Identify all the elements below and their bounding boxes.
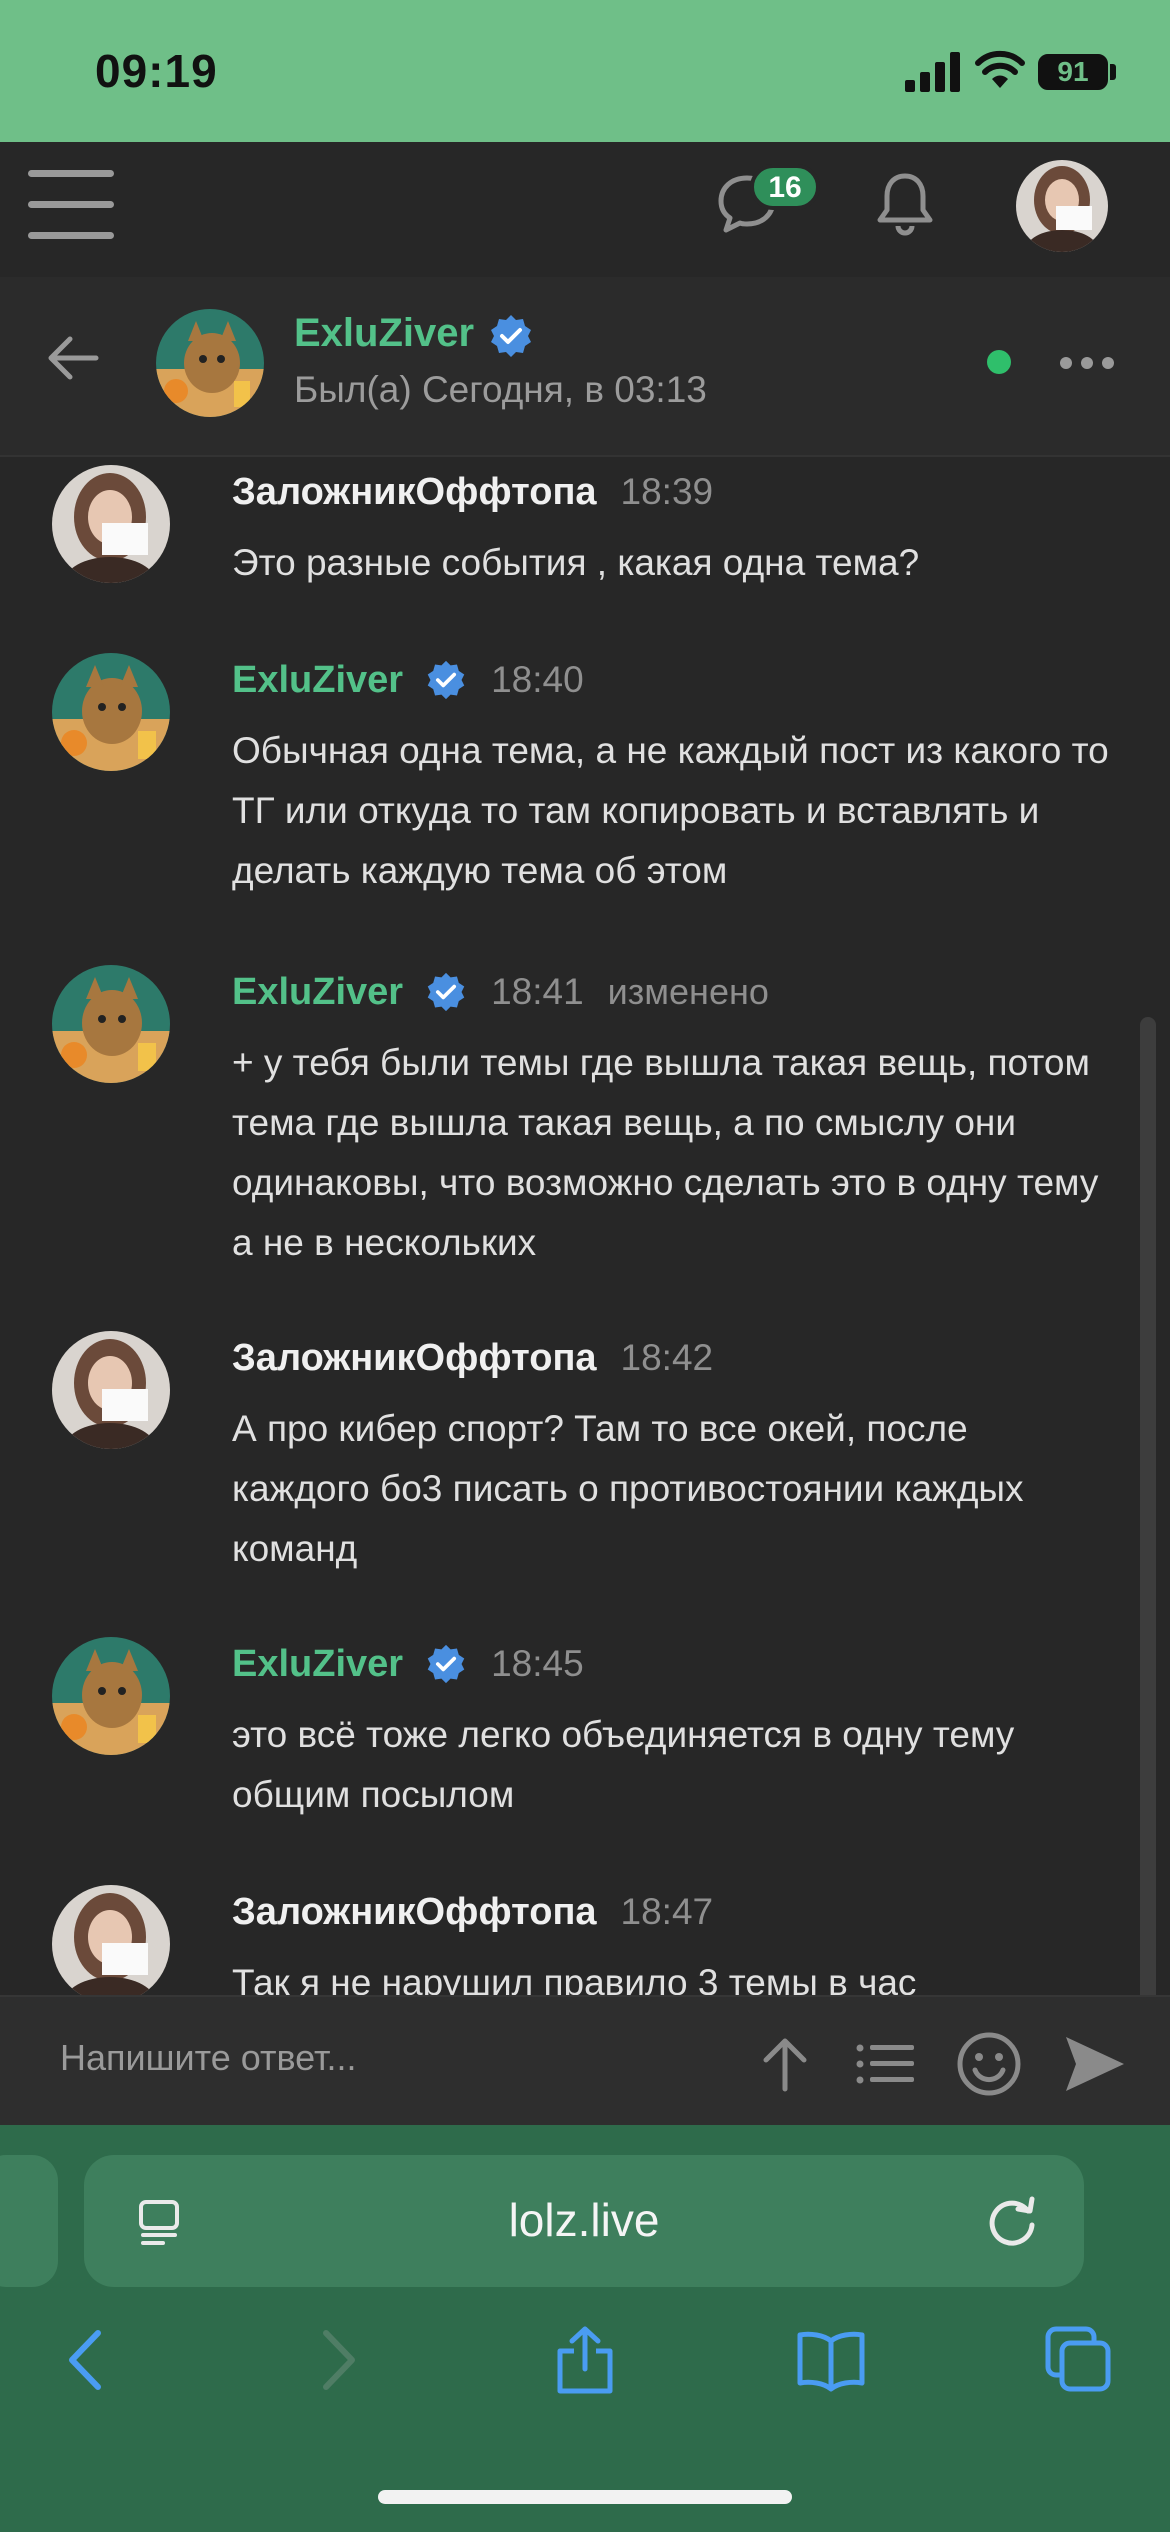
message-author[interactable]: ЗаложникОффтопа [232, 1337, 597, 1380]
message-header: ЗаложникОффтопа 18:39 [232, 467, 713, 517]
upload-arrow-icon[interactable] [752, 2031, 818, 2097]
online-indicator [987, 350, 1011, 374]
status-time: 09:19 [95, 45, 218, 97]
contact-name[interactable]: ExluZiver [294, 311, 474, 356]
user-avatar[interactable] [1016, 160, 1108, 252]
notifications-bell-icon[interactable] [874, 170, 936, 236]
message-header: ЗаложникОффтопа 18:42 [232, 1333, 713, 1383]
browser-chrome: lolz.live [0, 2125, 1170, 2532]
address-bar[interactable]: lolz.live [84, 2155, 1084, 2287]
message-item[interactable]: ExluZiver 18:41 изменено + у тебя были темы… [0, 957, 1140, 1277]
message-avatar[interactable] [52, 1885, 170, 1995]
message-avatar[interactable] [52, 1637, 170, 1755]
message-header: ExluZiver 18:40 [232, 655, 584, 705]
share-icon[interactable] [550, 2325, 620, 2395]
verified-badge-icon [427, 1644, 465, 1684]
message-text: + у тебя были темы где вышла такая вещь,… [232, 1042, 1099, 1263]
battery-tip [1110, 64, 1116, 80]
message-author[interactable]: ExluZiver [232, 659, 403, 702]
back-arrow-icon[interactable] [44, 329, 102, 387]
conversation-header: ExluZiver Был(а) Сегодня, в 03:13 [0, 277, 1170, 457]
status-bar: 09:19 91 [0, 0, 1170, 142]
verified-badge-icon [491, 315, 531, 357]
send-icon[interactable] [1062, 2031, 1128, 2097]
cellular-signal-icon [905, 52, 960, 92]
browser-forward-icon [323, 2330, 355, 2390]
reload-icon[interactable] [984, 2193, 1040, 2249]
more-options-icon[interactable] [1058, 355, 1116, 371]
list-format-icon[interactable] [852, 2031, 918, 2097]
home-indicator [378, 2490, 792, 2504]
verified-badge-icon [427, 660, 465, 700]
tabs-icon[interactable] [1044, 2325, 1114, 2395]
scrollbar[interactable] [1140, 1017, 1156, 1995]
conversations-badge: 16 [750, 164, 820, 210]
battery-level: 91 [1057, 56, 1089, 87]
menu-icon[interactable] [28, 170, 114, 242]
message-author[interactable]: ExluZiver [232, 971, 403, 1014]
previous-tab[interactable] [0, 2155, 58, 2287]
message-header: ЗаложникОффтопа 18:47 [232, 1887, 713, 1937]
message-time[interactable]: 18:40 [491, 659, 584, 701]
message-author[interactable]: ЗаложникОффтопа [232, 1891, 597, 1934]
message-header: ExluZiver 18:41 изменено [232, 967, 769, 1017]
battery-indicator: 91 [1038, 54, 1108, 90]
reply-bar: Напишите ответ... [0, 1995, 1170, 2125]
message-text: Так я не нарушил правило 3 темы в час [232, 1962, 917, 1995]
contact-avatar[interactable] [156, 309, 264, 417]
message-text: Обычная одна тема, а не каждый пост из к… [232, 730, 1109, 891]
message-time[interactable]: 18:45 [491, 1643, 584, 1685]
message-time[interactable]: 18:42 [621, 1337, 714, 1379]
url-text[interactable]: lolz.live [84, 2193, 1084, 2247]
message-avatar[interactable] [52, 465, 170, 583]
wifi-icon [975, 50, 1025, 88]
message-text: это всё тоже легко объединяется в одну т… [232, 1714, 1015, 1815]
message-item[interactable]: ЗаложникОффтопа 18:42 А про кибер спорт? Т… [0, 1323, 1140, 1643]
message-edited-label: изменено [607, 971, 769, 1012]
emoji-icon[interactable] [956, 2031, 1022, 2097]
top-navigation: 16 [0, 142, 1170, 277]
message-text: Это разные события , какая одна тема? [232, 542, 920, 583]
message-list[interactable]: ЗаложникОффтопа 18:39 Это разные события ,… [0, 457, 1170, 1995]
bookmarks-icon[interactable] [796, 2325, 866, 2395]
browser-back-icon[interactable] [52, 2325, 122, 2395]
message-text: А про кибер спорт? Там то все окей, посл… [232, 1408, 1024, 1569]
contact-last-seen: Был(а) Сегодня, в 03:13 [294, 369, 707, 410]
reply-input[interactable]: Напишите ответ... [60, 2037, 357, 2079]
message-time[interactable]: 18:41 [491, 971, 584, 1013]
verified-badge-icon [427, 972, 465, 1012]
message-item[interactable]: ЗаложникОффтопа 18:47 Так я не нарушил пра… [0, 1877, 1140, 1995]
message-author[interactable]: ЗаложникОффтопа [232, 471, 597, 514]
message-time[interactable]: 18:39 [621, 471, 714, 513]
message-item[interactable]: ExluZiver 18:40 Обычная одна тема, а не ка… [0, 645, 1140, 965]
message-time[interactable]: 18:47 [621, 1891, 714, 1933]
message-author[interactable]: ExluZiver [232, 1643, 403, 1686]
message-avatar[interactable] [52, 653, 170, 771]
message-header: ExluZiver 18:45 [232, 1639, 584, 1689]
message-avatar[interactable] [52, 965, 170, 1083]
message-avatar[interactable] [52, 1331, 170, 1449]
